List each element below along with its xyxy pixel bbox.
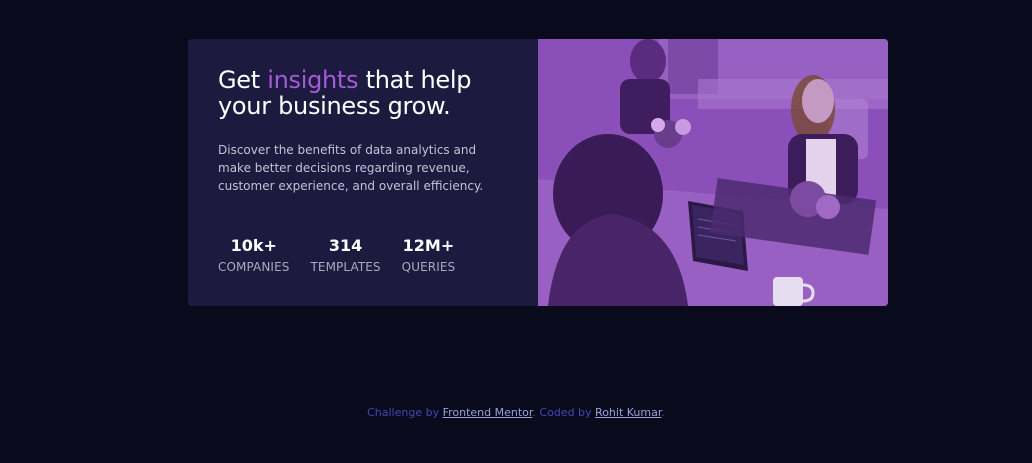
headline-pre: Get bbox=[218, 66, 260, 94]
stats-preview-card: Get insights that help your business gro… bbox=[188, 39, 888, 306]
stat-value: 10k+ bbox=[230, 236, 277, 255]
stat-label: QUERIES bbox=[401, 260, 456, 274]
stat-value: 12M+ bbox=[402, 236, 455, 255]
attribution-footer: Challenge by Frontend Mentor. Coded by R… bbox=[0, 406, 1032, 419]
stat-label: COMPANIES bbox=[218, 260, 290, 274]
stats-row: 10k+ COMPANIES 314 TEMPLATES 12M+ QUERIE… bbox=[218, 236, 476, 274]
coded-text: . Coded by bbox=[532, 406, 592, 419]
stat-companies: 10k+ COMPANIES bbox=[218, 236, 289, 274]
author-link[interactable]: Rohit Kumar bbox=[595, 406, 661, 419]
office-photo bbox=[538, 39, 888, 306]
stat-queries: 12M+ QUERIES bbox=[402, 236, 456, 274]
headline: Get insights that help your business gro… bbox=[218, 67, 518, 119]
frontend-mentor-link[interactable]: Frontend Mentor bbox=[443, 406, 533, 419]
stat-label: TEMPLATES bbox=[310, 260, 381, 274]
header-image bbox=[538, 39, 888, 306]
card-content: Get insights that help your business gro… bbox=[188, 39, 538, 306]
description: Discover the benefits of data analytics … bbox=[218, 143, 484, 193]
stat-value: 314 bbox=[328, 236, 363, 255]
headline-accent: insights bbox=[267, 66, 359, 94]
challenge-text: Challenge by bbox=[367, 406, 440, 419]
stat-templates: 314 TEMPLATES bbox=[310, 236, 380, 274]
end-text: . bbox=[661, 406, 665, 419]
